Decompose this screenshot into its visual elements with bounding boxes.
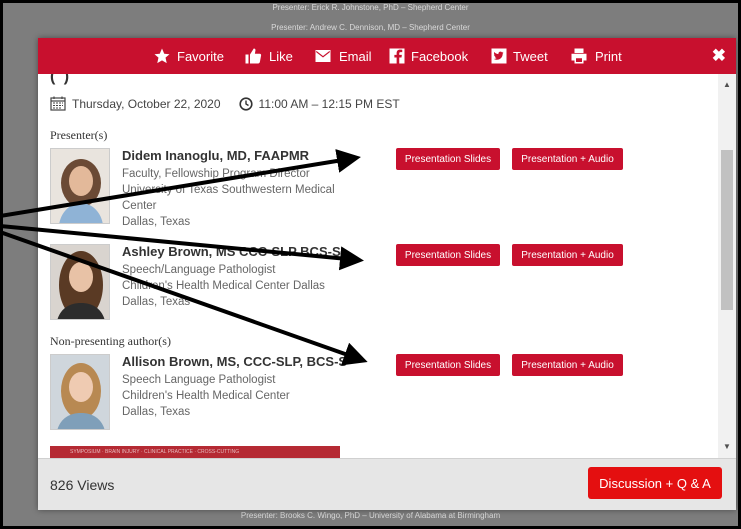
person-affiliation: Children's Health Medical Center Dallas [122,280,325,292]
modal-content: ( ) Thursday, October 22, 2020 11:00 AM … [38,74,718,458]
person-title: Speech Language Pathologist [122,374,276,386]
thumbs-up-icon [245,48,262,64]
session-time: 11:00 AM – 12:15 PM EST [258,96,400,111]
session-title-fragment: ( ) [50,74,72,85]
like-button[interactable]: Like [242,47,293,65]
facebook-icon [389,48,405,64]
background-presenter-line: Presenter: Erick R. Johnstone, PhD – She… [272,3,469,12]
presentation-audio-button[interactable]: Presentation + Audio [512,354,623,376]
modal-footer: 826 Views Discussion + Q & A [38,458,736,510]
star-icon [154,48,170,64]
twitter-icon [491,48,507,64]
print-button[interactable]: Print [568,47,622,65]
clock-icon [238,96,253,111]
person-name: Didem Inanoglu, MD, FAAPMR [122,148,310,163]
scrollbar-thumb[interactable] [721,150,733,310]
email-button[interactable]: Email [312,47,372,65]
avatar [50,354,110,430]
facebook-button[interactable]: Facebook [388,47,468,65]
avatar [50,244,110,320]
non-presenting-authors-heading: Non-presenting author(s) [50,334,171,348]
presenters-heading: Presenter(s) [50,128,108,142]
person-location: Dallas, Texas [122,406,191,418]
like-label: Like [269,48,293,64]
tweet-label: Tweet [513,48,548,64]
view-count: 826 Views [50,477,115,493]
close-icon[interactable]: ✖ [712,46,726,66]
scroll-down-icon[interactable]: ▼ [723,442,731,451]
discussion-qa-button[interactable]: Discussion + Q & A [588,467,722,499]
background-presenter-line: Presenter: Andrew C. Dennison, MD – Shep… [271,23,470,32]
calendar-icon [50,96,66,111]
envelope-icon [315,50,331,62]
presentation-audio-button[interactable]: Presentation + Audio [512,148,623,170]
person-affiliation: University of Texas Southwestern Medical [122,184,335,196]
person-name: Allison Brown, MS, CCC-SLP, BCS-S [122,354,348,369]
person-name: Ashley Brown, MS CCC-SLP BCS-S [122,244,341,259]
email-label: Email [339,48,372,64]
person-location: Dallas, Texas [122,216,191,228]
content-scrollbar[interactable]: ▲ ▼ [718,74,736,458]
presentation-slides-button[interactable]: Presentation Slides [396,148,500,170]
print-label: Print [595,48,622,64]
person-affiliation-cont: Center [122,200,157,212]
person-affiliation: Children's Health Medical Center [122,390,290,402]
avatar [50,148,110,224]
person-title: Faculty, Fellowship Program Director [122,168,310,180]
session-date: Thursday, October 22, 2020 [72,96,221,111]
favorite-label: Favorite [177,48,224,64]
scroll-up-icon[interactable]: ▲ [723,80,731,89]
facebook-label: Facebook [411,48,469,64]
person-location: Dallas, Texas [122,296,191,308]
presentation-audio-button[interactable]: Presentation + Audio [512,244,623,266]
printer-icon [571,48,587,64]
person-title: Speech/Language Pathologist [122,264,276,276]
share-toolbar: Favorite Like Email Facebook Tweet Print… [38,38,736,74]
session-banner-image: SYMPOSIUM · BRAIN INJURY · CLINICAL PRAC… [50,446,340,458]
presentation-slides-button[interactable]: Presentation Slides [396,244,500,266]
tweet-button[interactable]: Tweet [490,47,548,65]
session-datetime: Thursday, October 22, 2020 11:00 AM – 12… [50,96,400,111]
background-presenter-line: Presenter: Brooks C. Wingo, PhD – Univer… [240,511,501,520]
session-detail-modal: Favorite Like Email Facebook Tweet Print… [38,38,736,510]
presentation-slides-button[interactable]: Presentation Slides [396,354,500,376]
favorite-button[interactable]: Favorite [152,47,224,65]
